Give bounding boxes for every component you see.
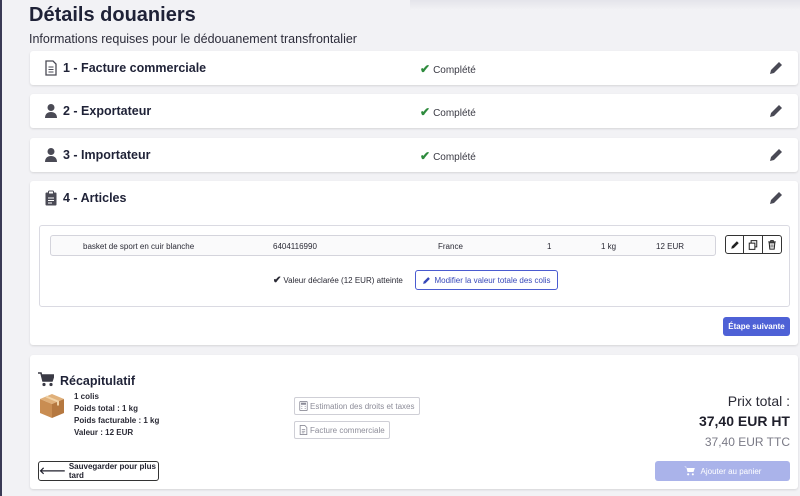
edit-pencil-icon[interactable]: [768, 60, 784, 76]
add-to-cart-button[interactable]: Ajouter au panier: [655, 461, 790, 481]
declared-text: Valeur déclarée (12 EUR) atteinte: [283, 276, 403, 285]
check-icon: ✔: [420, 62, 431, 76]
cart-icon: [683, 466, 695, 476]
step-title: 2 - Exportateur: [63, 104, 152, 118]
pencil-icon: [730, 240, 739, 249]
add-cart-label: Ajouter au panier: [700, 466, 762, 476]
save-for-later-button[interactable]: 🡐 Sauvegarder pour plus tard: [38, 461, 159, 481]
document-icon: [45, 60, 57, 76]
duplicate-article-button[interactable]: [744, 236, 763, 253]
edit-pencil-icon[interactable]: [768, 103, 784, 119]
step-header[interactable]: 2 - Exportateur ✔ Complété: [30, 94, 798, 128]
edit-article-button[interactable]: [726, 236, 745, 253]
summary-parcels: 1 colis: [74, 392, 99, 401]
price-ttc: 37,40 EUR TTC: [704, 435, 790, 449]
step-status: ✔ Complété: [420, 105, 476, 119]
step-card-exporter: 2 - Exportateur ✔ Complété: [30, 94, 798, 128]
modify-label: Modifier la valeur totale des colis: [434, 275, 551, 285]
table-row[interactable]: basket de sport en cuir blanche 64041169…: [50, 235, 716, 256]
edit-pencil-icon[interactable]: [768, 147, 784, 163]
page-title: Détails douaniers: [29, 4, 196, 26]
step-header[interactable]: 1 - Facture commerciale ✔ Complété: [30, 51, 798, 85]
arrow-left-icon: 🡐: [39, 466, 66, 477]
page-subtitle: Informations requises pour le dédouaneme…: [29, 32, 357, 46]
user-icon: [45, 104, 57, 118]
document-icon: [299, 425, 308, 435]
trash-icon: [768, 239, 776, 250]
copy-icon: [748, 239, 758, 250]
pencil-icon: [423, 276, 431, 284]
declared-value-message: ✔ Valeur déclarée (12 EUR) atteinte: [273, 275, 403, 286]
articles-panel: basket de sport en cuir blanche 64041169…: [39, 225, 790, 307]
summary-billable-weight: Poids facturable : 1 kg: [74, 416, 160, 425]
check-icon: ✔: [273, 275, 282, 286]
next-step-button[interactable]: Étape suivante: [723, 317, 790, 336]
clipboard-icon: [45, 190, 57, 206]
invoice-label: Facture commerciale: [310, 425, 385, 435]
delete-article-button[interactable]: [763, 236, 781, 253]
calculator-icon: [299, 401, 308, 411]
step-title: 1 - Facture commerciale: [63, 61, 207, 75]
article-quantity: 1: [547, 242, 552, 251]
commercial-invoice-button[interactable]: Facture commerciale: [294, 421, 390, 439]
step-card-importer: 3 - Importateur ✔ Complété: [30, 138, 798, 172]
article-description: basket de sport en cuir blanche: [83, 242, 195, 251]
summary-card: Récapitulatif 1 colis Poids total : 1 kg…: [30, 355, 798, 489]
left-border: [0, 0, 2, 496]
summary-title: Récapitulatif: [60, 374, 136, 388]
price-label: Prix total :: [727, 393, 790, 409]
step-title: 3 - Importateur: [63, 148, 151, 162]
user-icon: [45, 148, 57, 162]
status-text: Complété: [433, 152, 476, 163]
modify-total-value-button[interactable]: Modifier la valeur totale des colis: [415, 270, 558, 290]
step-card-invoice: 1 - Facture commerciale ✔ Complété: [30, 51, 798, 85]
price-ht: 37,40 EUR HT: [698, 413, 790, 429]
step-header[interactable]: 4 - Articles: [30, 181, 798, 215]
step-status: ✔ Complété: [420, 62, 476, 76]
step-status: ✔ Complété: [420, 149, 476, 163]
article-value: 12 EUR: [656, 242, 685, 251]
article-weight: 1 kg: [601, 242, 617, 251]
cart-icon: [38, 372, 54, 387]
summary-value: Valeur : 12 EUR: [74, 428, 134, 437]
top-shadow: [410, 0, 800, 10]
estimate-label: Estimation des droits et taxes: [310, 401, 415, 411]
row-actions: [725, 235, 782, 254]
article-origin: France: [438, 242, 463, 251]
edit-pencil-icon[interactable]: [768, 190, 784, 206]
step-title: 4 - Articles: [63, 191, 127, 205]
check-icon: ✔: [420, 149, 431, 163]
estimate-duties-button[interactable]: Estimation des droits et taxes: [294, 397, 420, 415]
summary-total-weight: Poids total : 1 kg: [74, 404, 139, 413]
status-text: Complété: [433, 108, 476, 119]
article-hs-code: 6404116990: [273, 242, 317, 251]
parcel-box-icon: [40, 394, 64, 418]
status-text: Complété: [433, 65, 476, 76]
save-label: Sauvegarder pour plus tard: [68, 462, 156, 480]
step-header[interactable]: 3 - Importateur ✔ Complété: [30, 138, 798, 172]
check-icon: ✔: [420, 105, 431, 119]
step-card-articles: 4 - Articles basket de sport en cuir bla…: [30, 181, 798, 345]
